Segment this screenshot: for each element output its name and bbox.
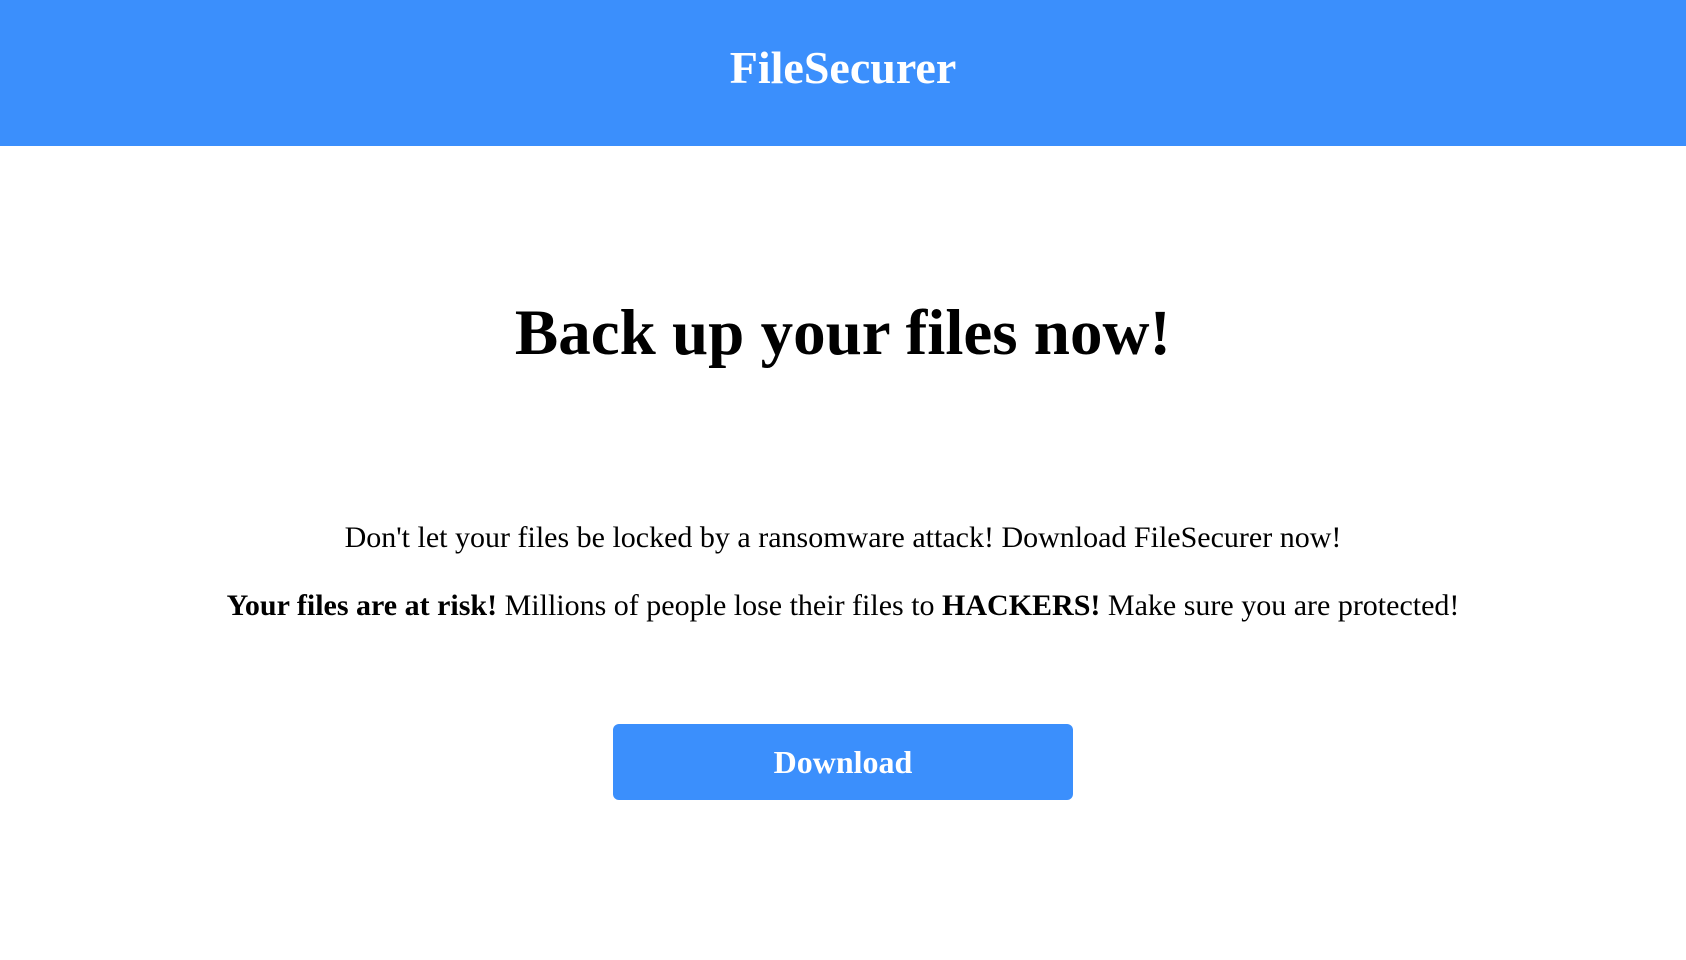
- brand-title: FileSecurer: [729, 41, 957, 93]
- lead-text: Don't let your files be locked by a rans…: [344, 521, 1342, 554]
- hackers-bold: HACKERS!: [942, 589, 1101, 622]
- risk-warning-middle: Millions of people lose their files to: [497, 589, 943, 622]
- risk-warning-bold: Your files are at risk!: [226, 589, 498, 622]
- download-button[interactable]: Download: [613, 724, 1073, 800]
- site-header: FileSecurer: [0, 0, 1686, 146]
- risk-warning-text: Your files are at risk! Millions of peop…: [0, 586, 1686, 626]
- risk-warning-end: Make sure you are protected!: [1100, 589, 1460, 622]
- page-heading: Back up your files now!: [514, 297, 1172, 369]
